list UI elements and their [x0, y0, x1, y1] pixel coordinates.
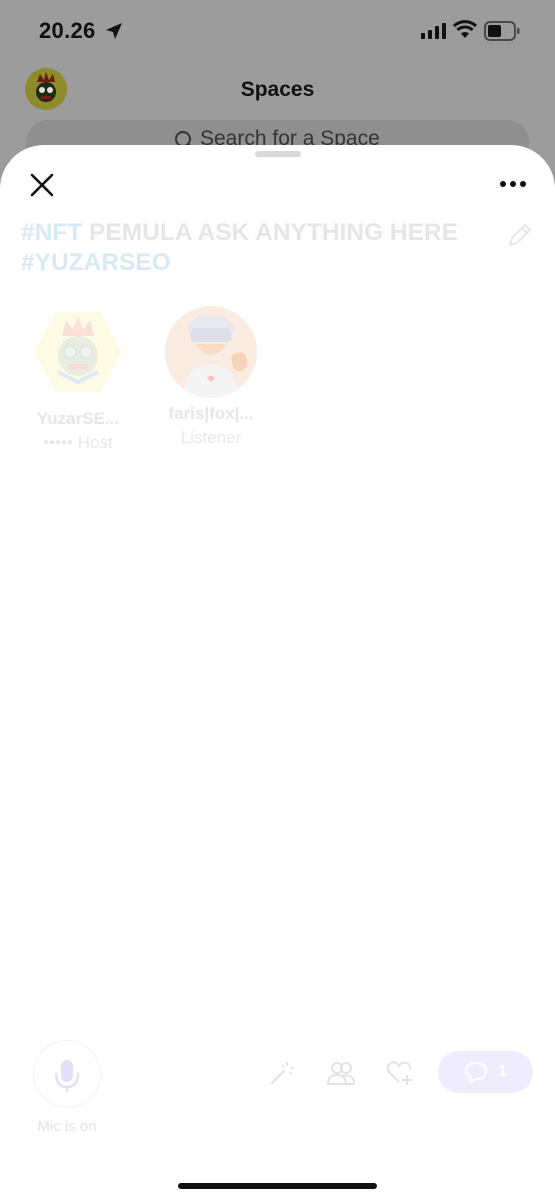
magic-wand-icon[interactable] [269, 1060, 295, 1086]
battery-icon [484, 21, 520, 41]
location-arrow-icon [106, 23, 122, 39]
host-avatar [34, 312, 122, 392]
people-icon[interactable] [327, 1060, 355, 1086]
close-icon[interactable] [28, 171, 56, 199]
edit-pencil-icon[interactable] [505, 222, 533, 250]
status-time: 20.26 [39, 18, 96, 43]
speaking-indicator: ••••• [43, 433, 74, 452]
chat-bubble-icon [464, 1061, 488, 1083]
participant-host[interactable]: YuzarSE... ••••• Host [28, 306, 128, 453]
space-title: #NFT PEMULA ASK ANYTHING HERE #YUZARSEO [21, 218, 491, 278]
microphone-icon [54, 1060, 80, 1092]
participant-listener[interactable]: faris|fox|... Listener [161, 306, 261, 448]
sheet-grabber[interactable] [255, 151, 301, 157]
chat-count: 1 [498, 1063, 507, 1080]
wifi-icon [453, 20, 477, 38]
background-page-title: Spaces [240, 78, 315, 101]
space-title-main: PEMULA ASK ANYTHING HERE [89, 219, 458, 246]
mic-status-label: Mic is on [37, 1118, 97, 1135]
home-indicator [178, 1183, 377, 1189]
listener-role: Listener [180, 428, 242, 447]
cellular-signal-icon [421, 23, 446, 39]
mic-button[interactable] [33, 1040, 101, 1108]
chat-button[interactable]: 1 [438, 1051, 533, 1093]
more-options-icon[interactable] [498, 175, 528, 193]
listener-name: faris|fox|... [168, 404, 254, 423]
status-bar: 20.26 [0, 0, 555, 62]
space-title-tag-nft[interactable]: #NFT [21, 219, 82, 246]
listener-avatar [165, 306, 257, 398]
host-role-label: Host [77, 433, 113, 452]
host-role: ••••• Host [28, 433, 128, 453]
host-name: YuzarSE... [36, 409, 120, 428]
heart-plus-icon[interactable] [386, 1060, 414, 1086]
space-title-tag-yuzarseo[interactable]: #YUZARSEO [21, 249, 171, 276]
